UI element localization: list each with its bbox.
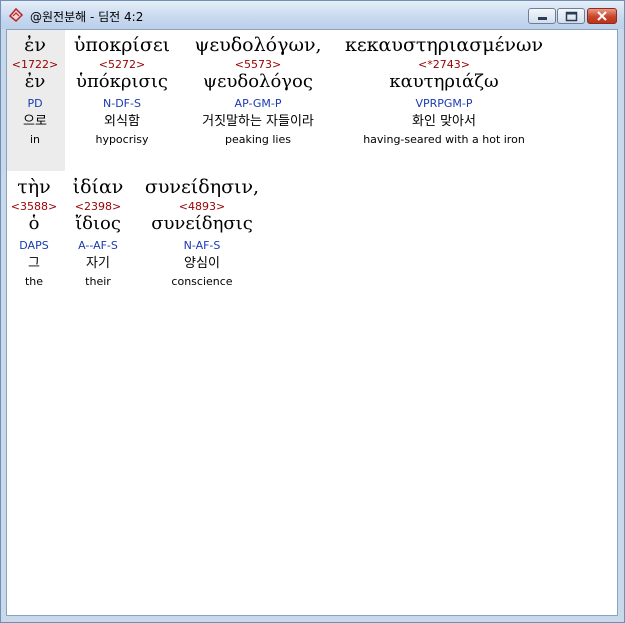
english-gloss: hypocrisy bbox=[95, 133, 149, 146]
korean-gloss: 화인 맞아서 bbox=[412, 114, 476, 129]
greek-word: ἰδίαν bbox=[72, 176, 124, 198]
strong-number: <*2743> bbox=[418, 58, 470, 71]
english-gloss: having-seared with a hot iron bbox=[363, 133, 525, 146]
lemma: ἴδιος bbox=[75, 213, 121, 234]
morphology: N-DF-S bbox=[103, 97, 141, 110]
strong-number: <2398> bbox=[74, 200, 122, 213]
strong-number: <4893> bbox=[178, 200, 226, 213]
word-pseudologon[interactable]: ψευδολόγων, <5573> ψευδολόγος AP-GM-P 거짓… bbox=[187, 34, 329, 147]
english-gloss: peaking lies bbox=[225, 133, 291, 146]
greek-word: κεκαυστηριασμένων bbox=[344, 34, 544, 56]
minimize-button[interactable] bbox=[528, 8, 556, 24]
greek-word: συνείδησιν, bbox=[144, 176, 260, 198]
english-gloss: in bbox=[29, 133, 41, 146]
korean-gloss: 양심이 bbox=[184, 256, 220, 271]
verse-analysis-panel: ἐν <1722> ἐν PD 으로 in ὑποκρίσει <5272> ὑ… bbox=[6, 29, 618, 616]
english-gloss: the bbox=[24, 275, 44, 288]
strong-number: <5272> bbox=[98, 58, 146, 71]
word-en[interactable]: ἐν <1722> ἐν PD 으로 in bbox=[11, 34, 59, 147]
strong-number: <3588> bbox=[10, 200, 58, 213]
lemma: ψευδολόγος bbox=[203, 71, 313, 92]
maximize-button[interactable] bbox=[557, 8, 585, 24]
greek-word: ὑποκρίσει bbox=[73, 34, 171, 56]
korean-gloss: 외식함 bbox=[104, 114, 140, 129]
korean-gloss: 거짓말하는 자들이라 bbox=[202, 114, 314, 129]
morphology: N-AF-S bbox=[183, 239, 221, 252]
app-window: @원전분해 - 딤전 4:2 ἐν <1722> ἐν PD 으로 in ὑπο… bbox=[0, 0, 625, 623]
strong-number: <1722> bbox=[11, 58, 59, 71]
morphology: VPRPGM-P bbox=[415, 97, 473, 110]
word-hypokrisei[interactable]: ὑποκρίσει <5272> ὑπόκρισις N-DF-S 외식함 hy… bbox=[69, 34, 175, 147]
lemma: συνείδησις bbox=[151, 213, 253, 234]
morphology: AP-GM-P bbox=[234, 97, 282, 110]
lemma: καυτηριάζω bbox=[389, 71, 499, 92]
korean-gloss: 으로 bbox=[23, 114, 47, 129]
lemma: ὑπόκρισις bbox=[76, 71, 168, 92]
strong-number: <5573> bbox=[234, 58, 282, 71]
word-idian[interactable]: ἰδίαν <2398> ἴδιος A--AF-S 자기 their bbox=[67, 176, 129, 289]
lemma: ἐν bbox=[24, 71, 46, 92]
app-icon bbox=[8, 7, 24, 23]
word-syneidesin[interactable]: συνείδησιν, <4893> συνείδησις N-AF-S 양심이… bbox=[137, 176, 267, 289]
english-gloss: their bbox=[85, 275, 111, 288]
window-title: @원전분해 - 딤전 4:2 bbox=[30, 10, 144, 24]
greek-word: ἐν bbox=[24, 34, 46, 56]
greek-word: τὴν bbox=[17, 176, 51, 198]
title-bar[interactable]: @원전분해 - 딤전 4:2 bbox=[1, 1, 624, 29]
morphology: PD bbox=[27, 97, 43, 110]
morphology: A--AF-S bbox=[78, 239, 118, 252]
korean-gloss: 자기 bbox=[86, 256, 110, 271]
greek-word: ψευδολόγων, bbox=[194, 34, 322, 56]
english-gloss: conscience bbox=[171, 275, 233, 288]
morphology: DAPS bbox=[19, 239, 49, 252]
word-kekaustriasmenon[interactable]: κεκαυστηριασμένων <*2743> καυτηριάζω VPR… bbox=[335, 34, 553, 147]
lemma: ὁ bbox=[28, 213, 40, 234]
word-ten[interactable]: τὴν <3588> ὁ DAPS 그 the bbox=[9, 176, 59, 289]
korean-gloss: 그 bbox=[28, 256, 40, 271]
close-button[interactable] bbox=[587, 8, 617, 24]
